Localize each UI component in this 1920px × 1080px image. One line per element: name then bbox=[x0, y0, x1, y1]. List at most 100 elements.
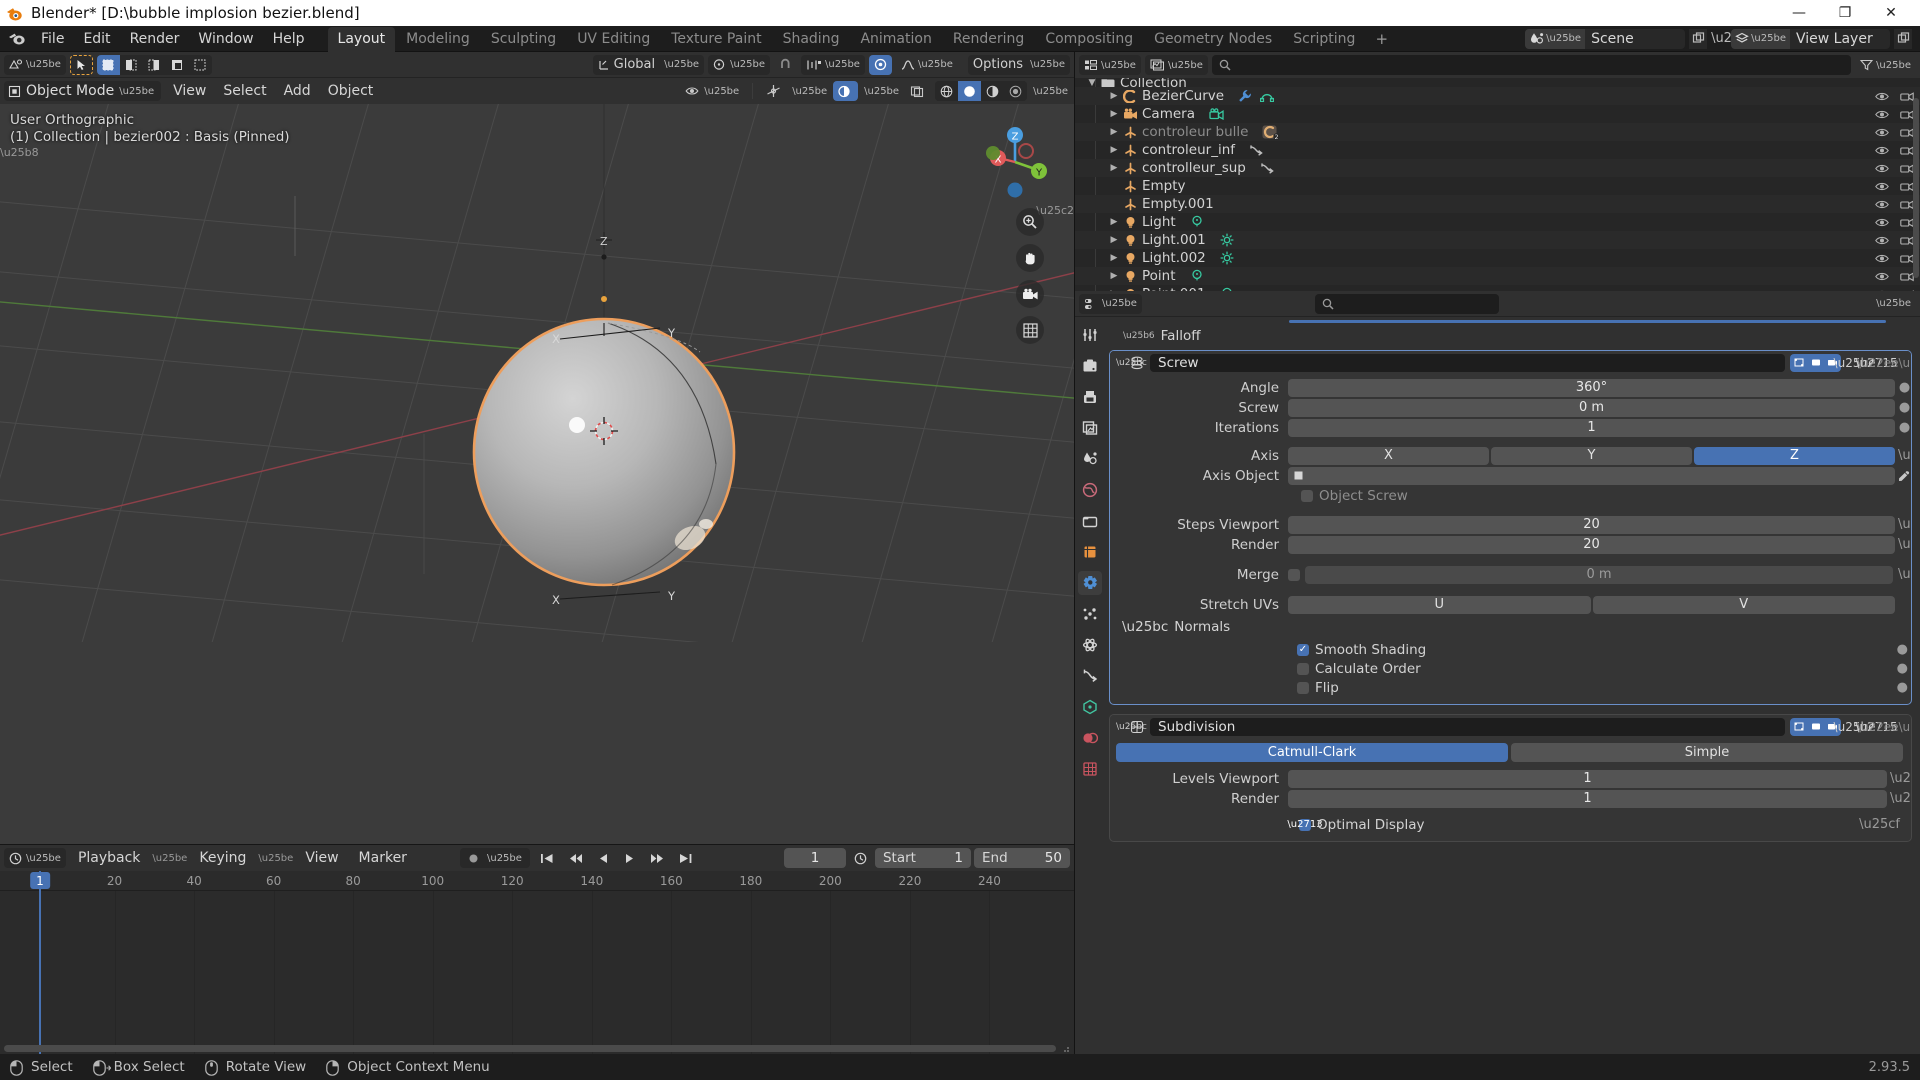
viewport-menu-add[interactable]: Add bbox=[276, 81, 319, 101]
next-keyframe-button[interactable] bbox=[645, 848, 669, 868]
wrench-icon[interactable] bbox=[1238, 89, 1252, 103]
properties-tab-view-layer[interactable] bbox=[1078, 416, 1102, 440]
expand-toggle-icon[interactable]: ▼ bbox=[1085, 78, 1099, 87]
menu-window[interactable]: Window bbox=[189, 28, 262, 50]
outliner-tree[interactable]: ▼ Collection ▶ BezierCurve ▶ Camera ▶ controleu… bbox=[1075, 78, 1920, 291]
outliner-display-mode-dropdown[interactable]: \u25be bbox=[1144, 55, 1208, 75]
shading-wireframe-button[interactable] bbox=[935, 81, 959, 101]
properties-tab-material[interactable] bbox=[1078, 726, 1102, 750]
camera-view-icon[interactable] bbox=[1016, 280, 1044, 308]
sidebar-toggle-left-icon[interactable]: \u25b8 bbox=[0, 146, 39, 159]
minimize-button[interactable]: — bbox=[1776, 0, 1822, 26]
properties-tab-collection[interactable] bbox=[1078, 509, 1102, 533]
light-sun-data-icon[interactable] bbox=[1220, 233, 1234, 247]
proportional-falloff-dropdown[interactable]: \u25be bbox=[896, 55, 958, 75]
toggle-orthographic-icon[interactable] bbox=[1016, 316, 1044, 344]
expand-toggle-icon[interactable]: ▶ bbox=[1107, 289, 1121, 291]
subdiv-show-in-edit-mode-toggle[interactable] bbox=[1790, 717, 1807, 736]
properties-tab-data[interactable] bbox=[1078, 695, 1102, 719]
merge-value[interactable]: 0 m bbox=[1305, 565, 1893, 584]
new-scene-button[interactable] bbox=[1689, 28, 1708, 49]
subdiv-render-animate-dot[interactable]: \u25cf bbox=[1890, 791, 1911, 806]
timeline-playhead[interactable] bbox=[39, 871, 41, 1054]
properties-tab-particles[interactable] bbox=[1078, 602, 1102, 626]
properties-tab-texture[interactable] bbox=[1078, 757, 1102, 781]
select-subtract-button[interactable] bbox=[142, 54, 166, 75]
outliner-row-light-001[interactable]: ▶ Light.001 bbox=[1075, 231, 1920, 249]
current-frame-field[interactable]: 1 bbox=[783, 848, 846, 868]
zoom-view-icon[interactable] bbox=[1016, 208, 1044, 236]
stretch-uv-option-u[interactable]: U bbox=[1288, 595, 1591, 614]
axis-option-x[interactable]: X bbox=[1288, 446, 1489, 465]
show-gizmo-icon[interactable] bbox=[761, 81, 786, 101]
hide-in-viewport-icon[interactable] bbox=[1875, 235, 1889, 246]
merge-checkbox[interactable] bbox=[1288, 568, 1300, 581]
properties-tab-render[interactable] bbox=[1078, 354, 1102, 378]
disable-in-renders-icon[interactable] bbox=[1900, 289, 1914, 291]
subdivision-type-simple[interactable]: Simple bbox=[1511, 743, 1903, 762]
show-overlays-icon[interactable] bbox=[833, 81, 859, 101]
disable-in-renders-icon[interactable] bbox=[1900, 145, 1914, 156]
outliner-row-controleur_inf[interactable]: ▶ controleur_inf bbox=[1075, 141, 1920, 159]
workspace-tab-scripting[interactable]: Scripting bbox=[1283, 27, 1365, 52]
hide-in-viewport-icon[interactable] bbox=[1875, 109, 1889, 120]
camera-data-icon[interactable] bbox=[1209, 108, 1224, 120]
steps-viewport-value[interactable]: 20 bbox=[1288, 515, 1895, 534]
properties-tab-tool[interactable] bbox=[1078, 323, 1102, 347]
properties-content[interactable]: \u25b6 Falloff \u25bc Screw \u25be \u271… bbox=[1105, 317, 1920, 1054]
workspace-tab-uv-editing[interactable]: UV Editing bbox=[567, 27, 660, 52]
timeline-ruler[interactable]: 20 40 60 80 100 120 140 160 180 200 220 240 bbox=[0, 871, 1074, 891]
pivot-point-dropdown[interactable]: \u25be bbox=[708, 54, 771, 75]
auto-keying-button[interactable]: \u25be bbox=[459, 848, 530, 868]
viewport-menu-select[interactable]: Select bbox=[215, 81, 274, 101]
cursor-tool-button[interactable] bbox=[69, 54, 93, 75]
light-point-data-icon[interactable] bbox=[1190, 269, 1204, 283]
scene-selector[interactable]: \u25be Scene bbox=[1525, 28, 1686, 49]
disable-in-renders-icon[interactable] bbox=[1900, 253, 1914, 264]
disable-in-renders-icon[interactable] bbox=[1900, 235, 1914, 246]
workspace-tab-texture-paint[interactable]: Texture Paint bbox=[661, 27, 771, 52]
animate-property-dot[interactable]: ● bbox=[1897, 680, 1911, 695]
falloff-panel-header[interactable]: \u25b6 Falloff bbox=[1109, 326, 1912, 346]
object-screw-checkbox[interactable] bbox=[1301, 489, 1313, 502]
screw-render-animate-dot[interactable]: \u25cf bbox=[1898, 537, 1911, 552]
workspace-tab-animation[interactable]: Animation bbox=[850, 27, 941, 52]
outliner-row-camera[interactable]: ▶ Camera bbox=[1075, 105, 1920, 123]
overlays-options-dropdown[interactable]: \u25be bbox=[862, 81, 901, 101]
menu-edit[interactable]: Edit bbox=[74, 28, 119, 50]
modifier-drag-handle[interactable]: \u22ee\u22ee bbox=[1857, 354, 1911, 372]
hide-in-viewport-icon[interactable] bbox=[1875, 181, 1889, 192]
use-preview-range-icon[interactable] bbox=[849, 848, 872, 868]
expand-toggle-icon[interactable]: ▶ bbox=[1107, 91, 1121, 101]
viewport-options-dropdown[interactable]: Options \u25be bbox=[967, 54, 1070, 75]
eyedropper-icon[interactable] bbox=[1898, 470, 1911, 482]
subdiv-show-on-cage-toggle[interactable] bbox=[1807, 717, 1824, 736]
hide-in-viewport-icon[interactable] bbox=[1875, 145, 1889, 156]
hide-in-viewport-icon[interactable] bbox=[1875, 163, 1889, 174]
timeline-resize-grip[interactable] bbox=[1060, 1043, 1070, 1053]
chevron-down-icon[interactable]: \u25bc bbox=[1116, 358, 1147, 368]
expand-toggle-icon[interactable]: ▶ bbox=[1107, 109, 1121, 119]
animate-property-dot[interactable]: ● bbox=[1897, 642, 1911, 657]
play-reverse-button[interactable] bbox=[593, 848, 614, 868]
light-point-data-icon[interactable] bbox=[1190, 215, 1204, 229]
chevron-down-icon[interactable]: \u25bc bbox=[1116, 722, 1147, 732]
properties-tab-physics[interactable] bbox=[1078, 633, 1102, 657]
field-value[interactable]: 1 bbox=[1288, 418, 1895, 437]
disable-in-renders-icon[interactable] bbox=[1900, 271, 1914, 282]
properties-tab-modifier[interactable] bbox=[1078, 571, 1102, 595]
optimal-display-animate-dot[interactable]: \u25cf bbox=[1859, 817, 1903, 832]
shading-solid-button[interactable] bbox=[958, 81, 982, 101]
timeline-menu-view[interactable]: View bbox=[297, 848, 346, 868]
outliner-row-light[interactable]: ▶ Light bbox=[1075, 213, 1920, 231]
proportional-editing-button[interactable] bbox=[868, 54, 892, 75]
expand-toggle-icon[interactable]: ▶ bbox=[1107, 163, 1121, 173]
disable-in-renders-icon[interactable] bbox=[1900, 181, 1914, 192]
axis-object-field[interactable] bbox=[1288, 466, 1895, 485]
outliner-row-controlleur_sup[interactable]: ▶ controlleur_sup bbox=[1075, 159, 1920, 177]
timeline-menu-playback[interactable]: Playback bbox=[70, 848, 148, 868]
gizmo-options-dropdown[interactable]: \u25be bbox=[790, 81, 829, 101]
properties-options-dropdown[interactable]: \u25be bbox=[1871, 294, 1916, 314]
visibility-selectability-icon[interactable]: \u25be bbox=[680, 81, 744, 101]
disable-in-renders-icon[interactable] bbox=[1900, 109, 1914, 120]
